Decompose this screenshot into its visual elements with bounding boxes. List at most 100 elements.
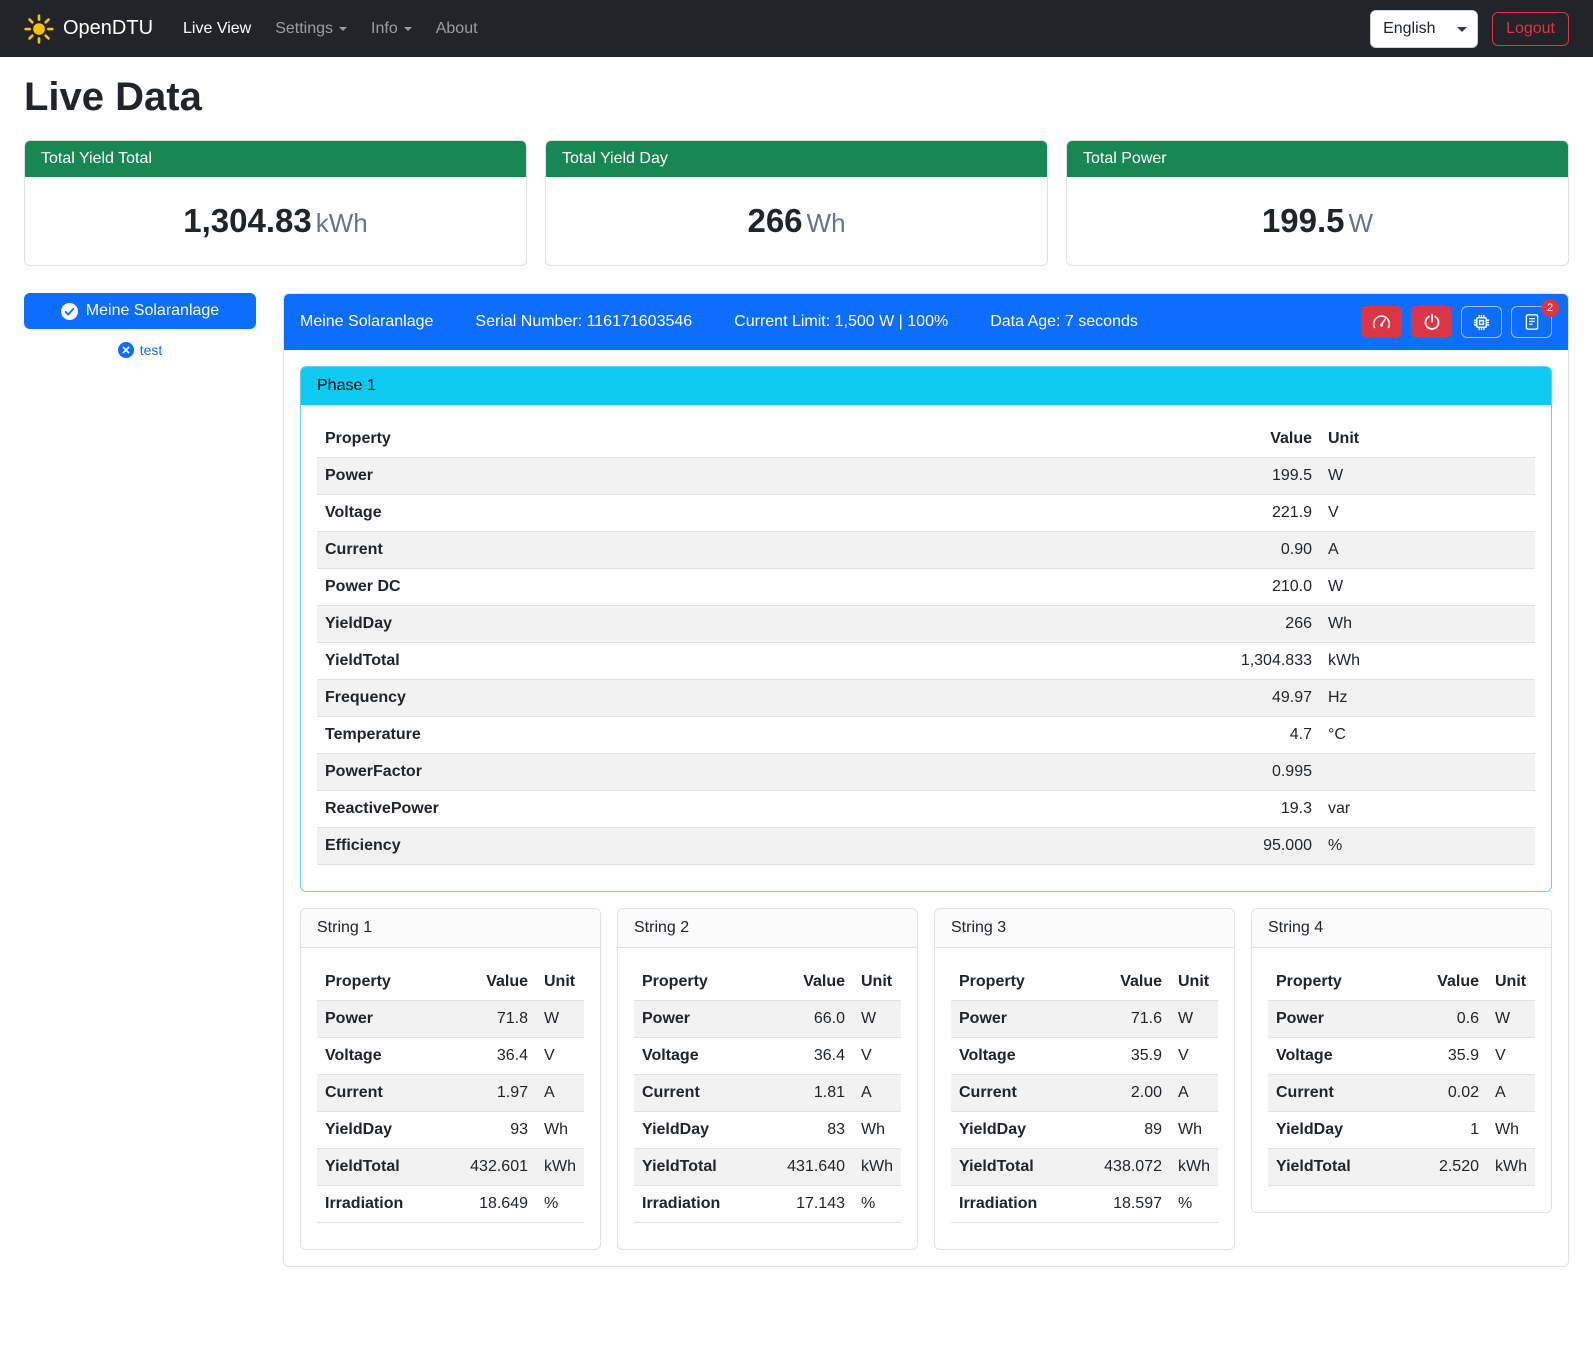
table-row: Current0.02A bbox=[1268, 1075, 1535, 1112]
table-row: YieldDay266Wh bbox=[317, 606, 1535, 643]
event-count-badge: 2 bbox=[1541, 299, 1559, 317]
property-cell: Power bbox=[317, 458, 917, 495]
property-cell: Frequency bbox=[317, 680, 917, 717]
string-2-title: String 2 bbox=[618, 909, 917, 948]
journal-icon bbox=[1523, 313, 1541, 331]
unit-cell: V bbox=[853, 1038, 901, 1075]
nav-settings[interactable]: Settings bbox=[263, 12, 359, 46]
value-cell: 199.5 bbox=[917, 458, 1320, 495]
table-header-row: Property Value Unit bbox=[317, 421, 1535, 458]
table-row: YieldTotal431.640kWh bbox=[634, 1149, 901, 1186]
inverter-select-button[interactable]: Meine Solaranlage bbox=[24, 293, 256, 329]
table-row: Power199.5W bbox=[317, 458, 1535, 495]
value-cell: 36.4 bbox=[775, 1038, 853, 1075]
col-value: Value bbox=[1409, 964, 1487, 1001]
inverter-actions: 2 bbox=[1361, 306, 1552, 338]
value-cell: 438.072 bbox=[1092, 1149, 1170, 1186]
unit-cell: kWh bbox=[1170, 1149, 1218, 1186]
unit-cell: V bbox=[1170, 1038, 1218, 1075]
brand[interactable]: OpenDTU bbox=[24, 14, 153, 44]
property-cell: Power bbox=[951, 1001, 1092, 1038]
inverter-item-test-label: test bbox=[140, 342, 163, 358]
navbar-right: English Logout bbox=[1370, 10, 1569, 48]
unit-cell: A bbox=[1320, 532, 1535, 569]
string-2-body: Property Value Unit Power66.0WVoltage36.… bbox=[618, 948, 917, 1249]
device-info-button[interactable] bbox=[1461, 306, 1502, 338]
value-cell: 432.601 bbox=[458, 1149, 536, 1186]
phase-1-table: Property Value Unit Power199.5WVoltage22… bbox=[317, 421, 1535, 865]
nav-live-view[interactable]: Live View bbox=[171, 12, 263, 46]
unit-cell: A bbox=[536, 1075, 584, 1112]
value-cell: 210.0 bbox=[917, 569, 1320, 606]
inverter-select-label: Meine Solaranlage bbox=[86, 302, 219, 320]
unit-cell: A bbox=[1487, 1075, 1535, 1112]
unit-cell: V bbox=[1320, 495, 1535, 532]
string-1-title: String 1 bbox=[301, 909, 600, 948]
string-4-card: String 4 Property Value Unit Power0.6WVo… bbox=[1251, 908, 1552, 1213]
value-cell: 19.3 bbox=[917, 791, 1320, 828]
total-yield-day-card: Total Yield Day 266Wh bbox=[545, 140, 1048, 266]
nav-info[interactable]: Info bbox=[359, 12, 424, 46]
power-icon bbox=[1423, 313, 1441, 331]
event-log-button[interactable]: 2 bbox=[1511, 306, 1552, 338]
property-cell: Voltage bbox=[951, 1038, 1092, 1075]
value-cell: 93 bbox=[458, 1112, 536, 1149]
col-property: Property bbox=[1268, 964, 1409, 1001]
property-cell: Power bbox=[1268, 1001, 1409, 1038]
table-header-row: Property Value Unit bbox=[1268, 964, 1535, 1001]
unit-cell: kWh bbox=[536, 1149, 584, 1186]
unit-cell: var bbox=[1320, 791, 1535, 828]
page-title: Live Data bbox=[24, 75, 1569, 120]
value-cell: 71.6 bbox=[1092, 1001, 1170, 1038]
value-cell: 18.649 bbox=[458, 1186, 536, 1223]
value-cell: 1.97 bbox=[458, 1075, 536, 1112]
table-row: Temperature4.7°C bbox=[317, 717, 1535, 754]
property-cell: Irradiation bbox=[634, 1186, 775, 1223]
col-unit: Unit bbox=[1487, 964, 1535, 1001]
unit-cell: °C bbox=[1320, 717, 1535, 754]
table-row: Irradiation18.649% bbox=[317, 1186, 584, 1223]
language-select[interactable]: English bbox=[1370, 10, 1478, 48]
card-title: Total Yield Day bbox=[546, 141, 1047, 177]
unit-cell: Wh bbox=[1320, 606, 1535, 643]
string-4-body: Property Value Unit Power0.6WVoltage35.9… bbox=[1252, 948, 1551, 1212]
value-text: 1,304.83 bbox=[183, 202, 311, 239]
property-cell: Power bbox=[317, 1001, 458, 1038]
phase-1-body: Property Value Unit Power199.5WVoltage22… bbox=[301, 405, 1551, 891]
string-2-card: String 2 Property Value Unit Power66.0WV… bbox=[617, 908, 918, 1250]
power-button[interactable] bbox=[1411, 306, 1452, 338]
value-cell: 36.4 bbox=[458, 1038, 536, 1075]
limit-settings-button[interactable] bbox=[1361, 306, 1402, 338]
table-row: Voltage221.9V bbox=[317, 495, 1535, 532]
property-cell: YieldDay bbox=[1268, 1112, 1409, 1149]
cpu-icon bbox=[1472, 313, 1491, 332]
property-cell: Irradiation bbox=[317, 1186, 458, 1223]
property-cell: Current bbox=[1268, 1075, 1409, 1112]
nav-about[interactable]: About bbox=[424, 12, 490, 46]
unit-cell: kWh bbox=[853, 1149, 901, 1186]
col-property: Property bbox=[317, 964, 458, 1001]
table-row: Voltage36.4V bbox=[317, 1038, 584, 1075]
table-row: YieldDay83Wh bbox=[634, 1112, 901, 1149]
unit-text: kWh bbox=[316, 208, 368, 238]
unit-cell: kWh bbox=[1320, 643, 1535, 680]
logout-button[interactable]: Logout bbox=[1492, 12, 1569, 46]
property-cell: YieldTotal bbox=[317, 643, 917, 680]
property-cell: Voltage bbox=[317, 495, 917, 532]
value-cell: 266 bbox=[917, 606, 1320, 643]
card-value: 199.5W bbox=[1067, 177, 1568, 265]
unit-cell: W bbox=[536, 1001, 584, 1038]
card-value: 266Wh bbox=[546, 177, 1047, 265]
inverter-item-test[interactable]: test bbox=[24, 342, 256, 358]
unit-cell: W bbox=[1170, 1001, 1218, 1038]
col-unit: Unit bbox=[1170, 964, 1218, 1001]
col-value: Value bbox=[1092, 964, 1170, 1001]
value-cell: 1 bbox=[1409, 1112, 1487, 1149]
value-cell: 18.597 bbox=[1092, 1186, 1170, 1223]
property-cell: YieldTotal bbox=[951, 1149, 1092, 1186]
table-row: YieldTotal1,304.833kWh bbox=[317, 643, 1535, 680]
property-cell: YieldTotal bbox=[317, 1149, 458, 1186]
value-cell: 95.000 bbox=[917, 828, 1320, 865]
inverter-limit: Current Limit: 1,500 W | 100% bbox=[734, 313, 948, 331]
value-cell: 66.0 bbox=[775, 1001, 853, 1038]
